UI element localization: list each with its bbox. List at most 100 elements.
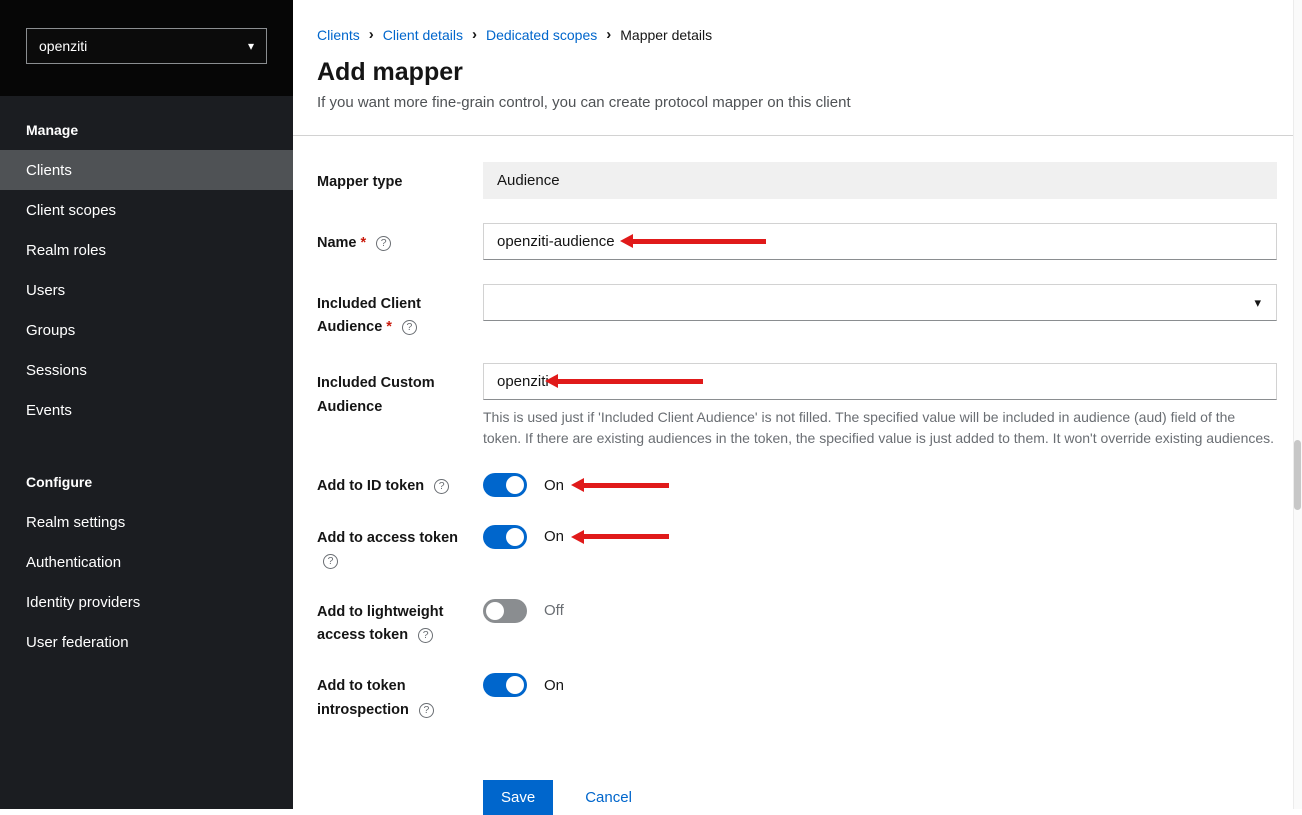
sidebar-item-label: Realm roles bbox=[26, 242, 106, 259]
help-icon[interactable]: ? bbox=[376, 236, 391, 251]
breadcrumb: Clients › Client details › Dedicated sco… bbox=[317, 26, 1278, 43]
add-to-lightweight-access-token-toggle[interactable] bbox=[483, 599, 527, 623]
sidebar-item-label: User federation bbox=[26, 634, 129, 651]
included-custom-audience-input[interactable] bbox=[483, 363, 1277, 400]
nav-section-title-manage: Manage bbox=[0, 96, 293, 150]
included-custom-audience-field-wrap: This is used just if 'Included Client Au… bbox=[483, 363, 1277, 449]
add-to-lightweight-access-token-row: Add to lightweight access token ? Off bbox=[317, 599, 1277, 647]
help-icon[interactable]: ? bbox=[434, 479, 449, 494]
label-text: Add to access token bbox=[317, 530, 458, 546]
scrollbar-thumb[interactable] bbox=[1294, 440, 1301, 510]
add-to-access-token-row: Add to access token ? On bbox=[317, 525, 1277, 573]
add-to-access-token-toggle[interactable] bbox=[483, 525, 527, 549]
cancel-button[interactable]: Cancel bbox=[585, 789, 632, 806]
toggle-knob bbox=[506, 476, 524, 494]
add-to-lightweight-access-token-field: Off bbox=[483, 599, 1277, 623]
sidebar-item-label: Users bbox=[26, 282, 65, 299]
help-icon[interactable]: ? bbox=[402, 320, 417, 335]
sidebar-item-realm-settings[interactable]: Realm settings bbox=[0, 502, 293, 542]
toggle-knob bbox=[506, 676, 524, 694]
add-to-token-introspection-toggle[interactable] bbox=[483, 673, 527, 697]
caret-down-icon: ▾ bbox=[248, 39, 254, 53]
add-to-lightweight-access-token-label: Add to lightweight access token ? bbox=[317, 599, 483, 647]
sidebar: openziti ▾ Manage Clients Client scopes … bbox=[0, 0, 293, 809]
mapper-type-row: Mapper type bbox=[317, 162, 1277, 199]
add-to-id-token-toggle[interactable] bbox=[483, 473, 527, 497]
sidebar-item-label: Identity providers bbox=[26, 594, 140, 611]
arrow-head bbox=[571, 478, 584, 492]
mapper-type-field bbox=[483, 162, 1277, 199]
add-to-access-token-field: On bbox=[483, 525, 1277, 549]
included-client-audience-select[interactable]: ▾ bbox=[483, 284, 1277, 321]
nav-section-configure: Configure Realm settings Authentication … bbox=[0, 430, 293, 662]
label-text: Add to ID token bbox=[317, 478, 424, 494]
sidebar-item-realm-roles[interactable]: Realm roles bbox=[0, 230, 293, 270]
save-button[interactable]: Save bbox=[483, 780, 553, 815]
name-label: Name* ? bbox=[317, 223, 483, 260]
name-input[interactable] bbox=[483, 223, 1277, 260]
sidebar-item-label: Clients bbox=[26, 162, 72, 179]
sidebar-item-user-federation[interactable]: User federation bbox=[0, 622, 293, 662]
label-text: Mapper type bbox=[317, 174, 402, 190]
sidebar-item-sessions[interactable]: Sessions bbox=[0, 350, 293, 390]
mapper-type-label: Mapper type bbox=[317, 162, 483, 199]
sidebar-item-clients[interactable]: Clients bbox=[0, 150, 293, 190]
add-to-token-introspection-label: Add to token introspection ? bbox=[317, 673, 483, 721]
add-mapper-form: Mapper type Name* ? Included C bbox=[293, 136, 1302, 815]
annotation-arrow-id-token bbox=[571, 478, 669, 492]
vertical-scrollbar[interactable] bbox=[1293, 0, 1302, 809]
help-icon[interactable]: ? bbox=[418, 628, 433, 643]
arrow-shaft bbox=[584, 483, 669, 488]
realm-selector-value: openziti bbox=[39, 38, 87, 54]
required-indicator: * bbox=[361, 235, 367, 251]
help-icon[interactable]: ? bbox=[419, 703, 434, 718]
sidebar-item-identity-providers[interactable]: Identity providers bbox=[0, 582, 293, 622]
main-content: Clients › Client details › Dedicated sco… bbox=[293, 0, 1302, 809]
add-to-id-token-field: On bbox=[483, 473, 1277, 497]
annotation-arrow-access-token bbox=[571, 530, 669, 544]
sidebar-item-client-scopes[interactable]: Client scopes bbox=[0, 190, 293, 230]
breadcrumb-clients[interactable]: Clients bbox=[317, 27, 360, 43]
chevron-right-icon: › bbox=[369, 26, 374, 43]
breadcrumb-mapper-details: Mapper details bbox=[620, 27, 712, 43]
chevron-right-icon: › bbox=[606, 26, 611, 43]
page-subtitle: If you want more fine-grain control, you… bbox=[317, 94, 1278, 111]
included-client-audience-field-wrap: ▾ bbox=[483, 284, 1277, 339]
help-icon[interactable]: ? bbox=[323, 554, 338, 569]
form-actions: Save Cancel bbox=[483, 780, 1277, 815]
sidebar-item-authentication[interactable]: Authentication bbox=[0, 542, 293, 582]
sidebar-item-users[interactable]: Users bbox=[0, 270, 293, 310]
arrow-head bbox=[571, 530, 584, 544]
breadcrumb-client-details[interactable]: Client details bbox=[383, 27, 463, 43]
toggle-knob bbox=[486, 602, 504, 620]
label-text: Add to token introspection bbox=[317, 678, 409, 717]
sidebar-item-events[interactable]: Events bbox=[0, 390, 293, 430]
add-to-access-token-label: Add to access token ? bbox=[317, 525, 483, 573]
chevron-right-icon: › bbox=[472, 26, 477, 43]
toggle-state-label: Off bbox=[544, 602, 564, 619]
included-custom-audience-label: Included Custom Audience bbox=[317, 363, 483, 449]
sidebar-masthead: openziti ▾ bbox=[0, 0, 293, 96]
toggle-state-label: On bbox=[544, 477, 564, 494]
add-to-token-introspection-field: On bbox=[483, 673, 1277, 697]
included-custom-audience-helper: This is used just if 'Included Client Au… bbox=[483, 407, 1277, 449]
name-row: Name* ? bbox=[317, 223, 1277, 260]
page-header: Clients › Client details › Dedicated sco… bbox=[293, 0, 1302, 136]
required-indicator: * bbox=[386, 319, 392, 335]
sidebar-item-groups[interactable]: Groups bbox=[0, 310, 293, 350]
label-text: Name bbox=[317, 235, 357, 251]
add-to-token-introspection-row: Add to token introspection ? On bbox=[317, 673, 1277, 721]
breadcrumb-dedicated-scopes[interactable]: Dedicated scopes bbox=[486, 27, 597, 43]
add-to-id-token-row: Add to ID token ? On bbox=[317, 473, 1277, 498]
caret-down-icon: ▾ bbox=[1254, 295, 1261, 311]
included-client-audience-row: Included Client Audience* ? ▾ bbox=[317, 284, 1277, 339]
nav-section-manage: Manage Clients Client scopes Realm roles… bbox=[0, 96, 293, 430]
add-to-id-token-label: Add to ID token ? bbox=[317, 473, 483, 498]
included-client-audience-label: Included Client Audience* ? bbox=[317, 284, 483, 339]
page-title: Add mapper bbox=[317, 58, 1278, 87]
mapper-type-field-wrap bbox=[483, 162, 1277, 199]
sidebar-item-label: Authentication bbox=[26, 554, 121, 571]
sidebar-item-label: Events bbox=[26, 402, 72, 419]
sidebar-item-label: Sessions bbox=[26, 362, 87, 379]
realm-selector[interactable]: openziti ▾ bbox=[26, 28, 267, 64]
